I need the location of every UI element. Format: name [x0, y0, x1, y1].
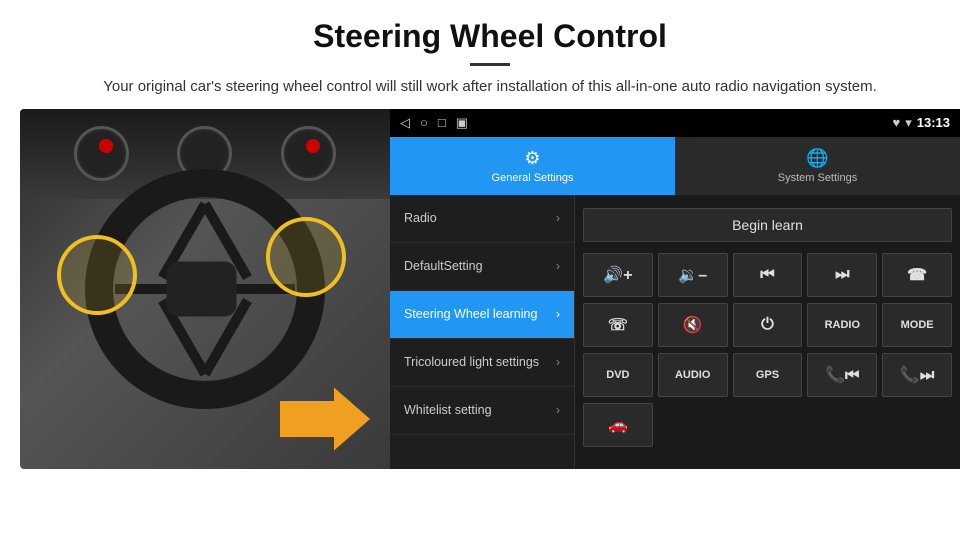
mute-button[interactable]: 🔇 — [658, 303, 728, 347]
wifi-icon: ▾ — [905, 115, 912, 131]
control-panel: Begin learn 🔊+ 🔉– ⏮ ⏭ — [575, 195, 960, 469]
control-buttons-row2: ☏ 🔇 ⏻ RADIO MODE — [583, 303, 952, 347]
begin-learn-row: Begin learn — [583, 203, 952, 247]
steering-wheel-image — [20, 109, 390, 469]
gps-label: GPS — [756, 369, 779, 381]
next-track-button[interactable]: ⏭ — [807, 253, 877, 297]
radio-button[interactable]: RADIO — [807, 303, 877, 347]
tel-next-icon: 📞⏭ — [900, 365, 934, 385]
sw-highlight-left — [57, 235, 137, 315]
prev-track-icon: ⏮ — [760, 266, 774, 284]
home-icon: ○ — [420, 115, 428, 131]
status-time: 13:13 — [917, 115, 950, 130]
back-icon: ◁ — [400, 115, 410, 131]
page-title: Steering Wheel Control — [40, 18, 940, 55]
phone-answer-icon: ☎ — [907, 265, 927, 285]
sw-hub — [167, 261, 237, 316]
menu-item-whitelist-label: Whitelist setting — [404, 403, 556, 418]
prev-track-button[interactable]: ⏮ — [733, 253, 803, 297]
audio-label: AUDIO — [675, 369, 710, 381]
chevron-right-icon-4: › — [556, 355, 560, 369]
vol-down-button[interactable]: 🔉– — [658, 253, 728, 297]
gps-button[interactable]: GPS — [733, 353, 803, 397]
recents-icon: □ — [438, 115, 446, 131]
control-buttons-row4: 🚗 — [583, 403, 952, 447]
audio-button[interactable]: AUDIO — [658, 353, 728, 397]
sw-highlight-right — [266, 217, 346, 297]
head-unit: ◁ ○ □ ▣ ♥ ▾ 13:13 ⚙ General Settings 🌐 S… — [390, 109, 960, 469]
next-track-icon: ⏭ — [835, 266, 849, 284]
mode-button[interactable]: MODE — [882, 303, 952, 347]
chevron-right-icon: › — [556, 211, 560, 225]
tab-general-label: General Settings — [492, 172, 574, 184]
phone-answer-button[interactable]: ☎ — [882, 253, 952, 297]
control-buttons-row1: 🔊+ 🔉– ⏮ ⏭ ☎ — [583, 253, 952, 297]
status-bar-nav-icons: ◁ ○ □ ▣ — [400, 115, 893, 131]
hang-up-icon: ☏ — [608, 315, 628, 335]
tabs-bar: ⚙ General Settings 🌐 System Settings — [390, 137, 960, 195]
tel-next-button[interactable]: 📞⏭ — [882, 353, 952, 397]
vol-up-icon: 🔊+ — [603, 265, 632, 285]
extra-icon: 🚗 — [608, 415, 628, 435]
menu-item-default-label: DefaultSetting — [404, 259, 556, 274]
menu-item-steering-wheel[interactable]: Steering Wheel learning › — [390, 291, 574, 339]
gauge-red-right — [306, 139, 320, 153]
location-icon: ♥ — [893, 115, 901, 130]
control-buttons-row3: DVD AUDIO GPS 📞⏮ 📞⏭ — [583, 353, 952, 397]
arrow-indicator — [280, 384, 370, 454]
dvd-label: DVD — [606, 369, 629, 381]
gauge-red-indicator — [99, 139, 113, 153]
menu-item-steering-label: Steering Wheel learning — [404, 307, 556, 322]
radio-label: RADIO — [825, 319, 860, 331]
chevron-right-icon-5: › — [556, 403, 560, 417]
gauge-left — [74, 126, 129, 181]
menu-item-tricoloured[interactable]: Tricoloured light settings › — [390, 339, 574, 387]
page-header: Steering Wheel Control Your original car… — [0, 0, 980, 109]
menu-item-radio-label: Radio — [404, 211, 556, 226]
settings-gear-icon: ⚙ — [524, 148, 540, 169]
mode-label: MODE — [901, 319, 934, 331]
globe-icon: 🌐 — [806, 148, 828, 169]
chevron-right-icon-2: › — [556, 259, 560, 273]
title-divider — [470, 63, 510, 66]
menu-item-tricoloured-label: Tricoloured light settings — [404, 355, 556, 370]
page-subtitle: Your original car's steering wheel contr… — [40, 76, 940, 99]
power-icon: ⏻ — [761, 316, 774, 334]
tab-system-settings[interactable]: 🌐 System Settings — [675, 137, 960, 195]
vol-down-icon: 🔉– — [678, 265, 707, 285]
content-area: ◁ ○ □ ▣ ♥ ▾ 13:13 ⚙ General Settings 🌐 S… — [0, 109, 980, 469]
begin-learn-button[interactable]: Begin learn — [583, 208, 952, 242]
tel-prev-icon: 📞⏮ — [825, 365, 859, 385]
menu-item-radio[interactable]: Radio › — [390, 195, 574, 243]
menu-item-default-setting[interactable]: DefaultSetting › — [390, 243, 574, 291]
hang-up-button[interactable]: ☏ — [583, 303, 653, 347]
power-button[interactable]: ⏻ — [733, 303, 803, 347]
settings-main: Radio › DefaultSetting › Steering Wheel … — [390, 195, 960, 469]
tab-system-label: System Settings — [778, 172, 857, 184]
gauge-right — [281, 126, 336, 181]
status-bar: ◁ ○ □ ▣ ♥ ▾ 13:13 — [390, 109, 960, 137]
chevron-right-icon-3: › — [556, 307, 560, 321]
tel-prev-button[interactable]: 📞⏮ — [807, 353, 877, 397]
menu-item-whitelist[interactable]: Whitelist setting › — [390, 387, 574, 435]
tab-general-settings[interactable]: ⚙ General Settings — [390, 137, 675, 195]
screenshot-icon: ▣ — [456, 115, 468, 131]
dvd-button[interactable]: DVD — [583, 353, 653, 397]
mute-icon: 🔇 — [683, 315, 703, 335]
status-bar-right: ♥ ▾ 13:13 — [893, 115, 951, 131]
settings-menu: Radio › DefaultSetting › Steering Wheel … — [390, 195, 575, 469]
vol-up-button[interactable]: 🔊+ — [583, 253, 653, 297]
extra-button[interactable]: 🚗 — [583, 403, 653, 447]
